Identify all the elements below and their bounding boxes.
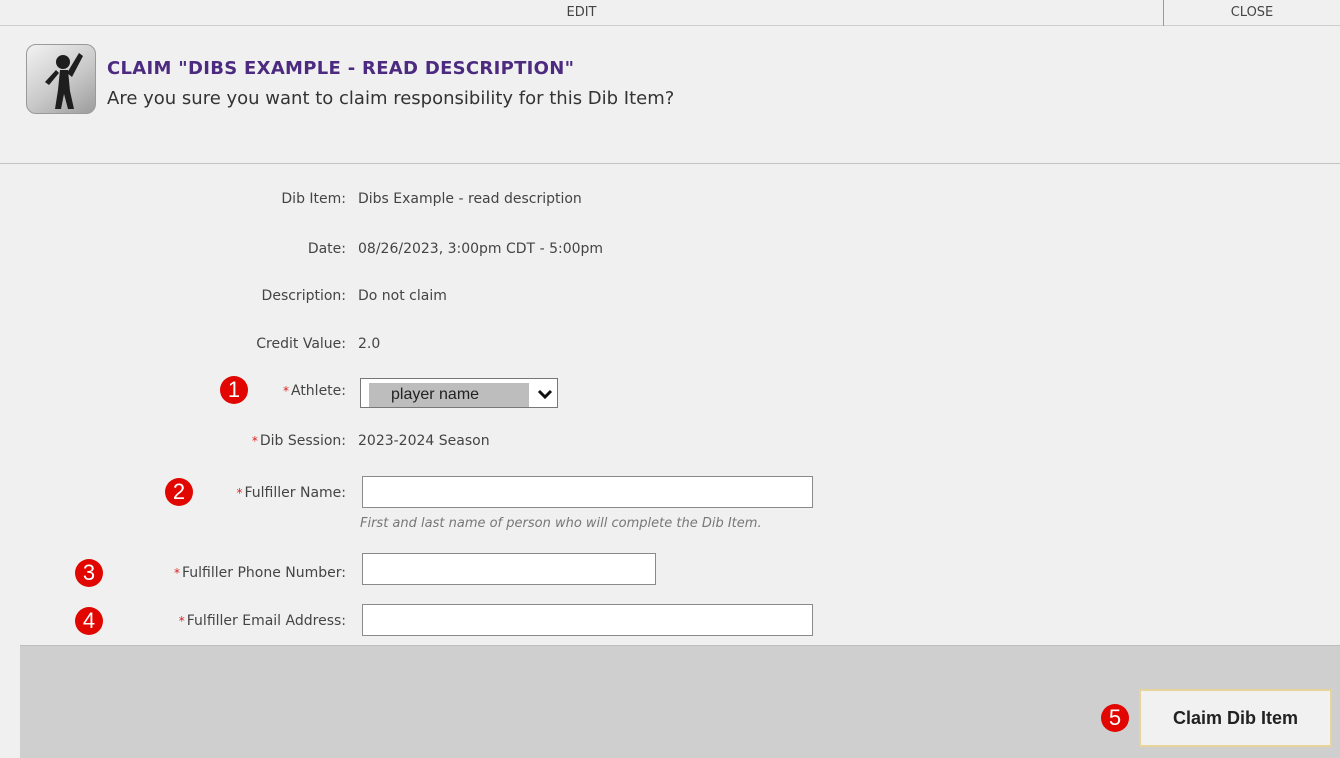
date-label: Date:: [307, 241, 346, 257]
fulfiller-email-label: * Fulfiller Email Address:: [179, 613, 346, 629]
date-value: 08/26/2023, 3:00pm CDT - 5:00pm: [358, 241, 604, 257]
step-badge-3: 3: [75, 559, 103, 587]
fulfiller-phone-label: * Fulfiller Phone Number:: [174, 565, 346, 581]
required-marker: *: [178, 614, 185, 628]
claim-dib-item-button[interactable]: Claim Dib Item: [1139, 689, 1332, 747]
step-badge-2: 2: [165, 478, 193, 506]
description-label: Description:: [261, 288, 346, 304]
chevron-down-icon: [537, 389, 553, 400]
description-value: Do not claim: [358, 288, 447, 304]
top-bar: EDIT CLOSE: [0, 0, 1340, 26]
dib-session-label-text: Dib Session:: [259, 433, 346, 449]
page-title: CLAIM "DIBS EXAMPLE - READ DESCRIPTION": [107, 58, 575, 79]
required-marker: *: [251, 434, 258, 448]
required-marker: *: [174, 566, 180, 580]
header-divider: [0, 163, 1340, 164]
fulfiller-name-input[interactable]: [362, 476, 813, 508]
dib-session-label: * Dib Session:: [252, 433, 346, 449]
page-subtitle: Are you sure you want to claim responsib…: [107, 88, 675, 109]
dib-item-label: Dib Item:: [281, 191, 346, 207]
credit-value-label: Credit Value:: [256, 336, 346, 352]
fulfiller-phone-label-text: Fulfiller Phone Number:: [182, 565, 346, 581]
step-badge-4: 4: [75, 607, 103, 635]
fulfiller-name-label-text: Fulfiller Name:: [244, 485, 347, 501]
credit-value-value: 2.0: [358, 336, 381, 352]
dib-session-value: 2023-2024 Season: [358, 433, 490, 449]
close-tab[interactable]: CLOSE: [1164, 0, 1340, 26]
edit-tab[interactable]: EDIT: [0, 0, 1163, 26]
step-badge-1: 1: [220, 376, 248, 404]
athlete-select[interactable]: player name: [360, 378, 558, 408]
dib-item-value: Dibs Example - read description: [358, 191, 582, 207]
fulfiller-name-hint: First and last name of person who will c…: [360, 516, 762, 531]
waving-person-icon: [26, 44, 96, 114]
required-marker: *: [282, 384, 289, 398]
fulfiller-name-label: * Fulfiller Name:: [237, 485, 347, 501]
fulfiller-email-input[interactable]: [362, 604, 813, 636]
athlete-label-text: Athlete:: [290, 383, 346, 399]
athlete-label: * Athlete:: [283, 383, 346, 399]
fulfiller-email-label-text: Fulfiller Email Address:: [186, 613, 346, 629]
athlete-select-value: player name: [391, 386, 480, 403]
step-badge-5: 5: [1101, 704, 1129, 732]
required-marker: *: [236, 486, 243, 500]
fulfiller-phone-input[interactable]: [362, 553, 656, 585]
